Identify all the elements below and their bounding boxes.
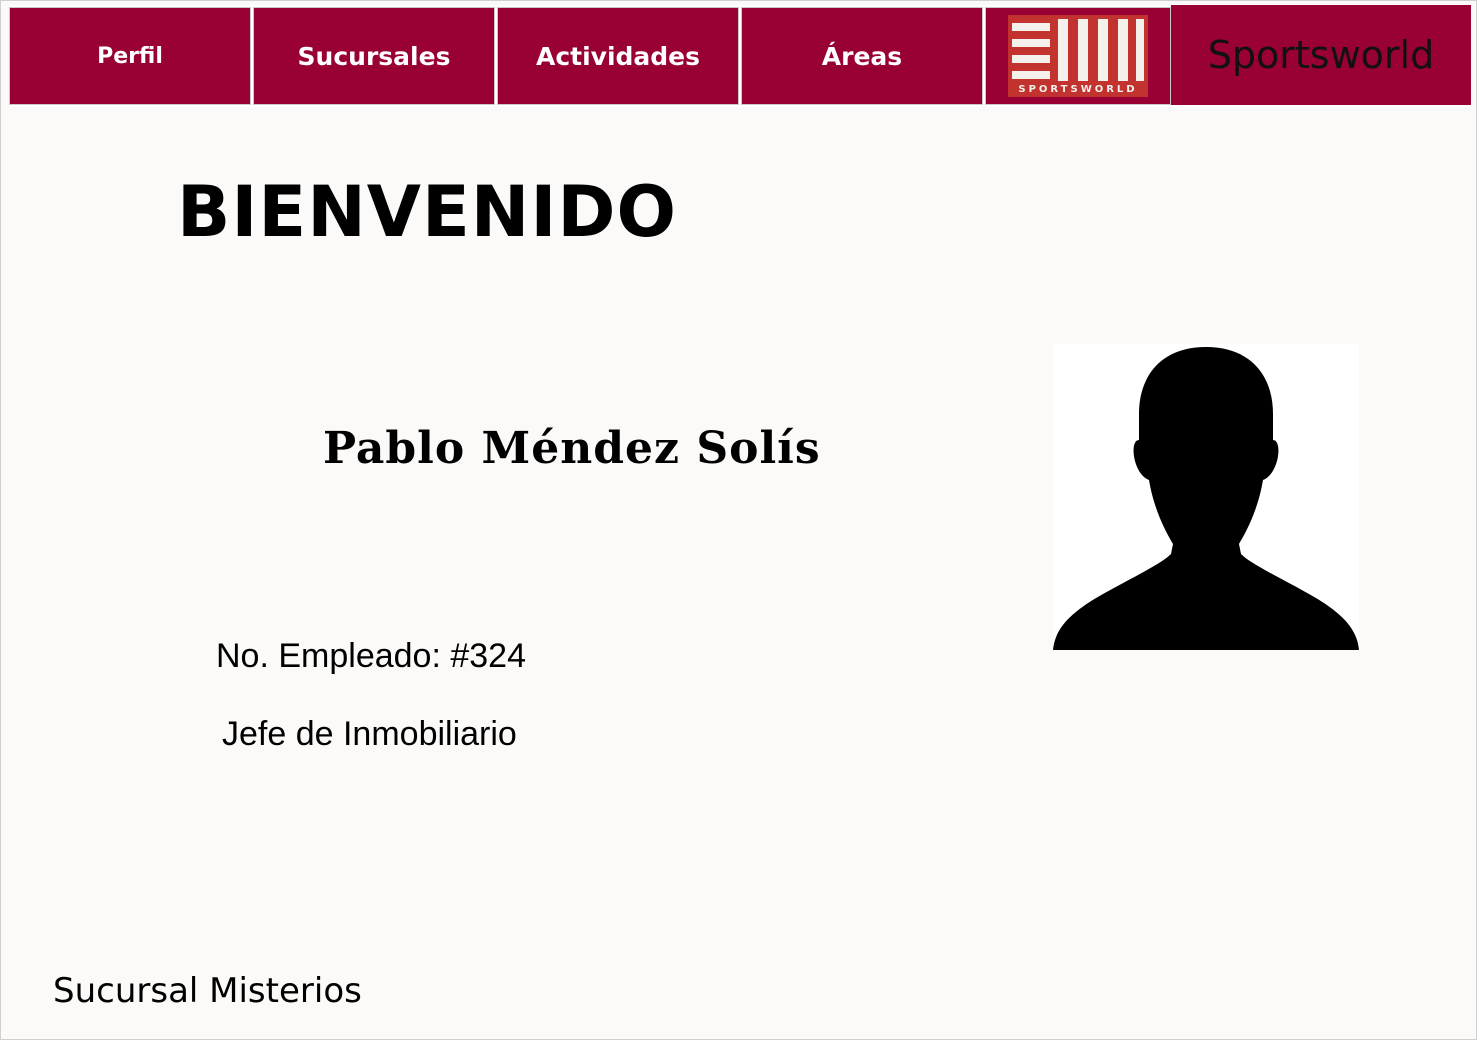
- branch-name: Sucursal Misterios: [53, 971, 362, 1011]
- employee-name: Pablo Méndez Solís: [323, 423, 821, 474]
- logo-mark: SPORTSWORLD: [1008, 15, 1148, 97]
- nav-item-label: Áreas: [821, 41, 903, 71]
- app-window: Perfil Sucursales Actividades Áreas SPOR…: [0, 0, 1477, 1040]
- sportsworld-logo: SPORTSWORLD: [985, 7, 1171, 105]
- employee-number: No. Empleado: #324: [216, 637, 526, 675]
- nav-item-sucursales[interactable]: Sucursales: [253, 7, 495, 105]
- logo-wordmark: SPORTSWORLD: [1018, 84, 1138, 95]
- brand-name: Sportsworld: [1171, 5, 1471, 105]
- user-silhouette-icon: [1053, 344, 1359, 650]
- top-navbar: Perfil Sucursales Actividades Áreas SPOR…: [9, 5, 1471, 107]
- nav-item-label: Sucursales: [297, 41, 451, 71]
- nav-item-areas[interactable]: Áreas: [741, 7, 983, 105]
- employee-role: Jefe de Inmobiliario: [222, 715, 517, 753]
- welcome-heading: BIENVENIDO: [177, 171, 678, 253]
- nav-item-label: Perfil: [97, 43, 163, 69]
- nav-item-label: Actividades: [535, 41, 701, 71]
- nav-item-perfil[interactable]: Perfil: [9, 7, 251, 105]
- nav-item-actividades[interactable]: Actividades: [497, 7, 739, 105]
